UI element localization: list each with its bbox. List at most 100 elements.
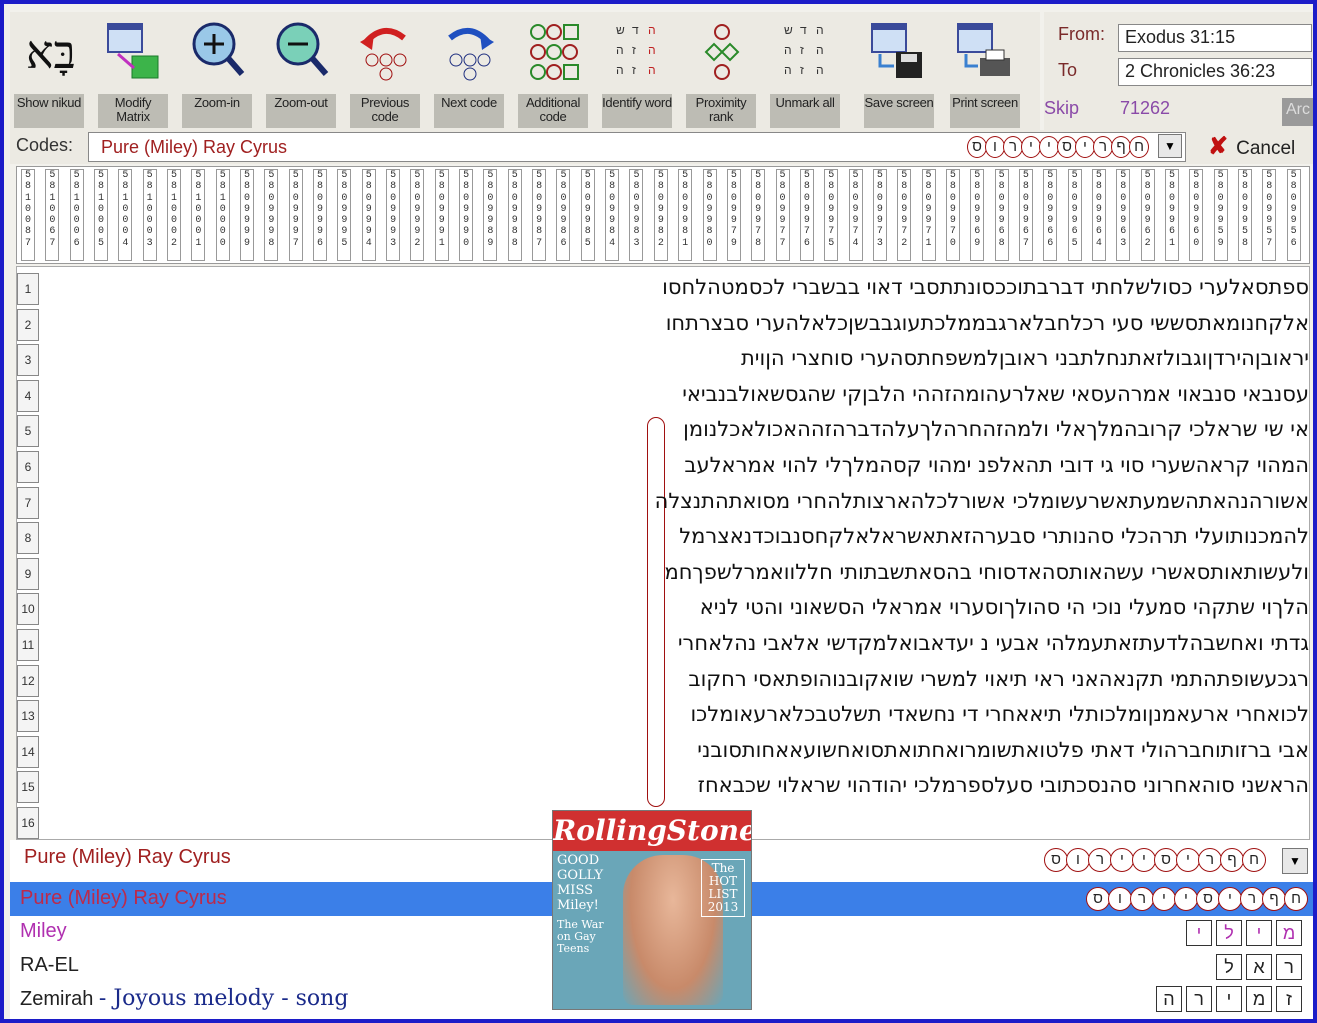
column-header: 5809977 [775, 169, 790, 261]
matrix-row-letters: הראשני סוהאחרוני סהנסכתובי סעלספרמלכי יה… [697, 773, 1309, 798]
column-header: 5810067 [45, 169, 60, 261]
matrix-row-letters: אי שי שראלכי קרובהמלךאלי ולמהזהחרהלךעלהד… [683, 417, 1309, 442]
row-number: 11 [17, 629, 39, 661]
column-header: 5809967 [1018, 169, 1033, 261]
hebrew-letter-circle: י [1075, 136, 1095, 158]
zoom-out-button[interactable]: Zoom-out [262, 12, 340, 130]
matrix-row-letters: להמכנותועלי תרהכלי סהנותרי סבערהזאתאשראל… [679, 524, 1309, 549]
zoom-in-button[interactable]: Zoom-in [178, 12, 256, 130]
column-header: 5809976 [799, 169, 814, 261]
hebrew-letter-box: מ [1276, 920, 1302, 946]
svg-text:ש: ש [616, 23, 625, 37]
matrix-row-letters: הלךוי שתקהי סמעלי נוכי הי סהולךוסערוי אמ… [699, 595, 1309, 620]
matrix-row-letters: אבי ברזותוחברהולי דאתי פלטואתשומרואחתואת… [697, 737, 1309, 762]
hebrew-letter-box: י [1186, 920, 1212, 946]
print-screen-button[interactable]: Print screen [946, 12, 1024, 130]
matrix-row-letters: עסנבאי סנבאוי אמרהעסאי שאלרעהומהזההי הלב… [682, 381, 1309, 406]
column-header: 5810006 [69, 169, 84, 261]
list-item-zemirah[interactable]: Zemirah - Joyous melody - song [20, 986, 348, 1011]
column-header: 5809969 [970, 169, 985, 261]
save-screen-icon [870, 20, 928, 84]
column-header: 5809975 [824, 169, 839, 261]
cover-subheadline: The War on Gay Teens [557, 918, 604, 955]
hebrew-letter-circle: י [1110, 848, 1134, 872]
proximity-rank-icon [692, 20, 750, 84]
column-header: 5810003 [142, 169, 157, 261]
column-header: 5809973 [872, 169, 887, 261]
from-field[interactable]: Exodus 31:15 [1118, 24, 1312, 52]
unmark-all-button[interactable]: שדההזההזה Unmark all [766, 12, 844, 130]
column-header: 5809958 [1237, 169, 1252, 261]
hebrew-letter-circle: ו [1066, 848, 1090, 872]
show-nikud-button[interactable]: בָּא Show nikud [10, 12, 88, 130]
svg-text:בָּא: בָּא [26, 25, 76, 79]
row-number: 8 [17, 522, 39, 555]
row-number: 4 [17, 379, 39, 412]
previous-code-button[interactable]: Previous code [346, 12, 424, 130]
hebrew-letter-box: ל [1216, 920, 1242, 946]
close-icon: ✘ [1208, 133, 1229, 160]
matrix-row-letters: המהוי קראהשערי סוי גי דובי תהאלפנ ימהוי … [684, 453, 1309, 477]
hebrew-letter-circle: ר [1240, 887, 1264, 911]
svg-text:ה: ה [648, 63, 656, 77]
row-number: 1 [17, 273, 39, 305]
svg-text:ה: ה [784, 43, 792, 57]
svg-text:ז: ז [632, 63, 636, 77]
matrix-row-letters: ולעשותאותסאשרי עשהאותסהאדסוחי בהסאתשבתות… [664, 559, 1309, 584]
arc-button[interactable]: Arc [1282, 98, 1313, 126]
hebrew-letter-box: ל [1216, 954, 1242, 980]
selected-hebrew-letters: סורייסירףח [1086, 887, 1308, 911]
modify-matrix-button[interactable]: Modify Matrix [94, 12, 172, 130]
column-header: 5810001 [191, 169, 206, 261]
svg-text:ה: ה [616, 63, 624, 77]
next-code-button[interactable]: Next code [430, 12, 508, 130]
list-item-ra-el[interactable]: RA-EL [20, 954, 79, 977]
column-header: 5809962 [1140, 169, 1155, 261]
to-field[interactable]: 2 Chronicles 36:23 [1118, 58, 1312, 86]
column-header: 5809986 [556, 169, 571, 261]
hebrew-letter-circle: ו [985, 136, 1005, 158]
hebrew-letter-circle: ו [1108, 887, 1132, 911]
row-number: 12 [17, 664, 39, 697]
row-number: 2 [17, 308, 39, 341]
matrix-row-letters: אשורהנהאתהשמעתאשרעשומלכי אשורלכלהארצותלה… [654, 488, 1309, 513]
column-header: 5809972 [897, 169, 912, 261]
list-item-miley[interactable]: Miley [20, 920, 67, 943]
hebrew-letter-circle: ר [1093, 136, 1113, 158]
column-header: 5810002 [167, 169, 182, 261]
hebrew-letter-circle: י [1132, 848, 1156, 872]
magazine-cover-image: RollingStone GOOD GOLLY MISS Miley! The … [552, 810, 752, 1010]
column-header: 5809979 [726, 169, 741, 261]
column-header: 5809970 [945, 169, 960, 261]
column-header: 5809989 [483, 169, 498, 261]
additional-code-button[interactable]: Additional code [514, 12, 592, 130]
column-header: 5810000 [215, 169, 230, 261]
column-header: 5809996 [313, 169, 328, 261]
hebrew-letter-circle: ס [1057, 136, 1077, 158]
codes-combobox[interactable]: Pure (Miley) Ray Cyrus סורייסירףח [88, 132, 1186, 162]
save-screen-button[interactable]: Save screen [860, 12, 938, 130]
column-header: 5809966 [1043, 169, 1058, 261]
hebrew-letter-circle: ס [1196, 887, 1220, 911]
next-code-icon [440, 20, 498, 84]
column-header: 5809999 [240, 169, 255, 261]
svg-text:ה: ה [648, 43, 656, 57]
print-screen-icon [956, 20, 1014, 84]
svg-text:ז: ז [800, 43, 804, 57]
hebrew-letter-circle: ס [1154, 848, 1178, 872]
identify-word-button[interactable]: שדההזההזה Identify word [598, 12, 676, 130]
hebrew-letter-box: ה [1156, 986, 1182, 1012]
cancel-button[interactable]: ✘ Cancel [1208, 132, 1312, 162]
result-dropdown-icon[interactable]: ▼ [1282, 848, 1308, 874]
column-header: 5809956 [1286, 169, 1301, 261]
column-header: 5809964 [1091, 169, 1106, 261]
letter-matrix[interactable]: 1 ספתסאלערי כסולשלחתי דברבתוככסונתתסבי דא… [16, 266, 1310, 840]
codes-dropdown-icon[interactable]: ▼ [1158, 134, 1182, 158]
column-header: 5809981 [678, 169, 693, 261]
column-headers: 5810087 5810067 5810006 5810005 5810004 58100… [16, 166, 1310, 264]
modify-matrix-icon [104, 20, 162, 84]
column-header: 5809983 [629, 169, 644, 261]
hebrew-letter-box: ר [1186, 986, 1212, 1012]
zemirah-letters: הרימז [1156, 986, 1302, 1012]
proximity-rank-button[interactable]: Proximity rank [682, 12, 760, 130]
